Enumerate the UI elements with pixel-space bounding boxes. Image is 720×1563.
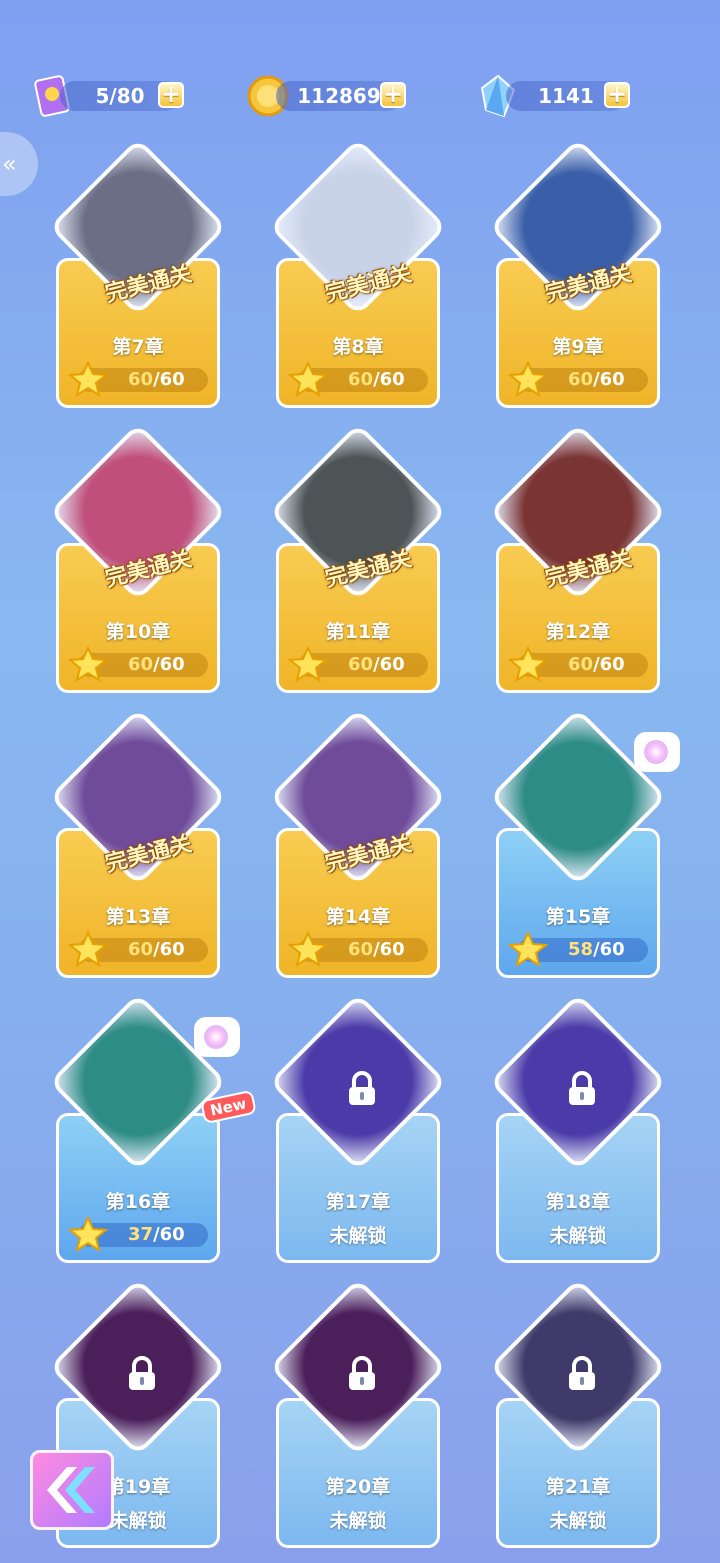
chapter-label: 第18章 bbox=[545, 1191, 611, 1213]
star-icon bbox=[68, 1216, 108, 1252]
coin-counter: 112869 + bbox=[276, 81, 406, 111]
star-max: /60 bbox=[593, 939, 625, 960]
chapter-label: 第10章 bbox=[105, 621, 171, 643]
lock-icon bbox=[349, 1071, 375, 1105]
stamina-counter: 5/80 + bbox=[60, 81, 184, 111]
star-max: /60 bbox=[373, 654, 405, 675]
back-arrow-icon bbox=[47, 1467, 95, 1513]
star-max: /60 bbox=[593, 369, 625, 390]
chapter-label: 第8章 bbox=[332, 336, 384, 358]
chapter-label: 第7章 bbox=[112, 336, 164, 358]
chapter-card[interactable]: 第21章未解锁 bbox=[484, 1277, 680, 1558]
chapter-label: 第20章 bbox=[325, 1476, 391, 1498]
chapter-card[interactable]: 完美通关 第14章 60/60 bbox=[264, 707, 460, 988]
star-count: 60 bbox=[348, 939, 374, 960]
locked-status: 未解锁 bbox=[549, 1225, 607, 1247]
star-max: /60 bbox=[153, 369, 185, 390]
star-max: /60 bbox=[373, 939, 405, 960]
star-count: 60 bbox=[568, 654, 594, 675]
chapter-label: 第15章 bbox=[545, 906, 611, 928]
chapter-label: 第13章 bbox=[105, 906, 171, 928]
chapter-card[interactable]: 完美通关 第11章 60/60 bbox=[264, 422, 460, 703]
star-count: 60 bbox=[128, 369, 154, 390]
chapter-card[interactable]: 完美通关 第9章 60/60 bbox=[484, 137, 680, 418]
star-icon bbox=[508, 646, 548, 682]
chapter-label: 第17章 bbox=[325, 1191, 391, 1213]
chapter-label: 第11章 bbox=[325, 621, 391, 643]
star-icon bbox=[288, 361, 328, 397]
star-count: 60 bbox=[128, 939, 154, 960]
chapter-card[interactable]: 完美通关 第8章 60/60 bbox=[264, 137, 460, 418]
chapter-card[interactable]: 第18章未解锁 bbox=[484, 992, 680, 1273]
chapter-card[interactable]: 第20章未解锁 bbox=[264, 1277, 460, 1558]
star-icon bbox=[68, 646, 108, 682]
lock-icon bbox=[349, 1356, 375, 1390]
add-stamina-button[interactable]: + bbox=[158, 82, 184, 108]
chapter-card[interactable]: 完美通关 第13章 60/60 bbox=[44, 707, 240, 988]
chapter-card[interactable]: 第17章未解锁 bbox=[264, 992, 460, 1273]
star-max: /60 bbox=[593, 654, 625, 675]
star-icon bbox=[508, 931, 548, 967]
star-max: /60 bbox=[153, 939, 185, 960]
chapter-card[interactable]: 完美通关 第7章 60/60 bbox=[44, 137, 240, 418]
star-icon bbox=[508, 361, 548, 397]
chapter-label: 第9章 bbox=[552, 336, 604, 358]
star-icon bbox=[288, 646, 328, 682]
star-count: 58 bbox=[568, 939, 594, 960]
chapter-label: 第21章 bbox=[545, 1476, 611, 1498]
side-menu-toggle[interactable]: « bbox=[0, 132, 38, 196]
star-max: /60 bbox=[373, 369, 405, 390]
lock-icon bbox=[129, 1356, 155, 1390]
lock-icon bbox=[569, 1356, 595, 1390]
star-count: 60 bbox=[568, 369, 594, 390]
chapter-label: 第14章 bbox=[325, 906, 391, 928]
chapter-card[interactable]: 完美通关 第10章 60/60 bbox=[44, 422, 240, 703]
star-icon bbox=[288, 931, 328, 967]
reward-gem-bubble bbox=[194, 1017, 240, 1057]
chapter-card[interactable]: 完美通关 第12章 60/60 bbox=[484, 422, 680, 703]
add-gems-button[interactable]: + bbox=[604, 82, 630, 108]
star-max: /60 bbox=[153, 654, 185, 675]
chapter-label: 第12章 bbox=[545, 621, 611, 643]
star-max: /60 bbox=[153, 1224, 185, 1245]
resource-bar: 5/80 + 112869 + 1141 + bbox=[0, 72, 720, 120]
locked-status: 未解锁 bbox=[549, 1510, 607, 1532]
locked-status: 未解锁 bbox=[329, 1225, 387, 1247]
reward-gem-bubble bbox=[634, 732, 680, 772]
star-icon bbox=[68, 361, 108, 397]
chapter-label: 第16章 bbox=[105, 1191, 171, 1213]
chapter-card[interactable]: 第15章 58/60 bbox=[484, 707, 680, 988]
lock-icon bbox=[569, 1071, 595, 1105]
back-button[interactable] bbox=[30, 1450, 114, 1530]
star-count: 60 bbox=[128, 654, 154, 675]
star-count: 37 bbox=[128, 1224, 154, 1245]
chapter-card[interactable]: New 第16章 37/60 bbox=[44, 992, 257, 1273]
gem-counter: 1141 + bbox=[506, 81, 630, 111]
star-count: 60 bbox=[348, 654, 374, 675]
double-chevron-icon: « bbox=[2, 150, 17, 178]
add-coins-button[interactable]: + bbox=[380, 82, 406, 108]
star-icon bbox=[68, 931, 108, 967]
star-count: 60 bbox=[348, 369, 374, 390]
locked-status: 未解锁 bbox=[329, 1510, 387, 1532]
